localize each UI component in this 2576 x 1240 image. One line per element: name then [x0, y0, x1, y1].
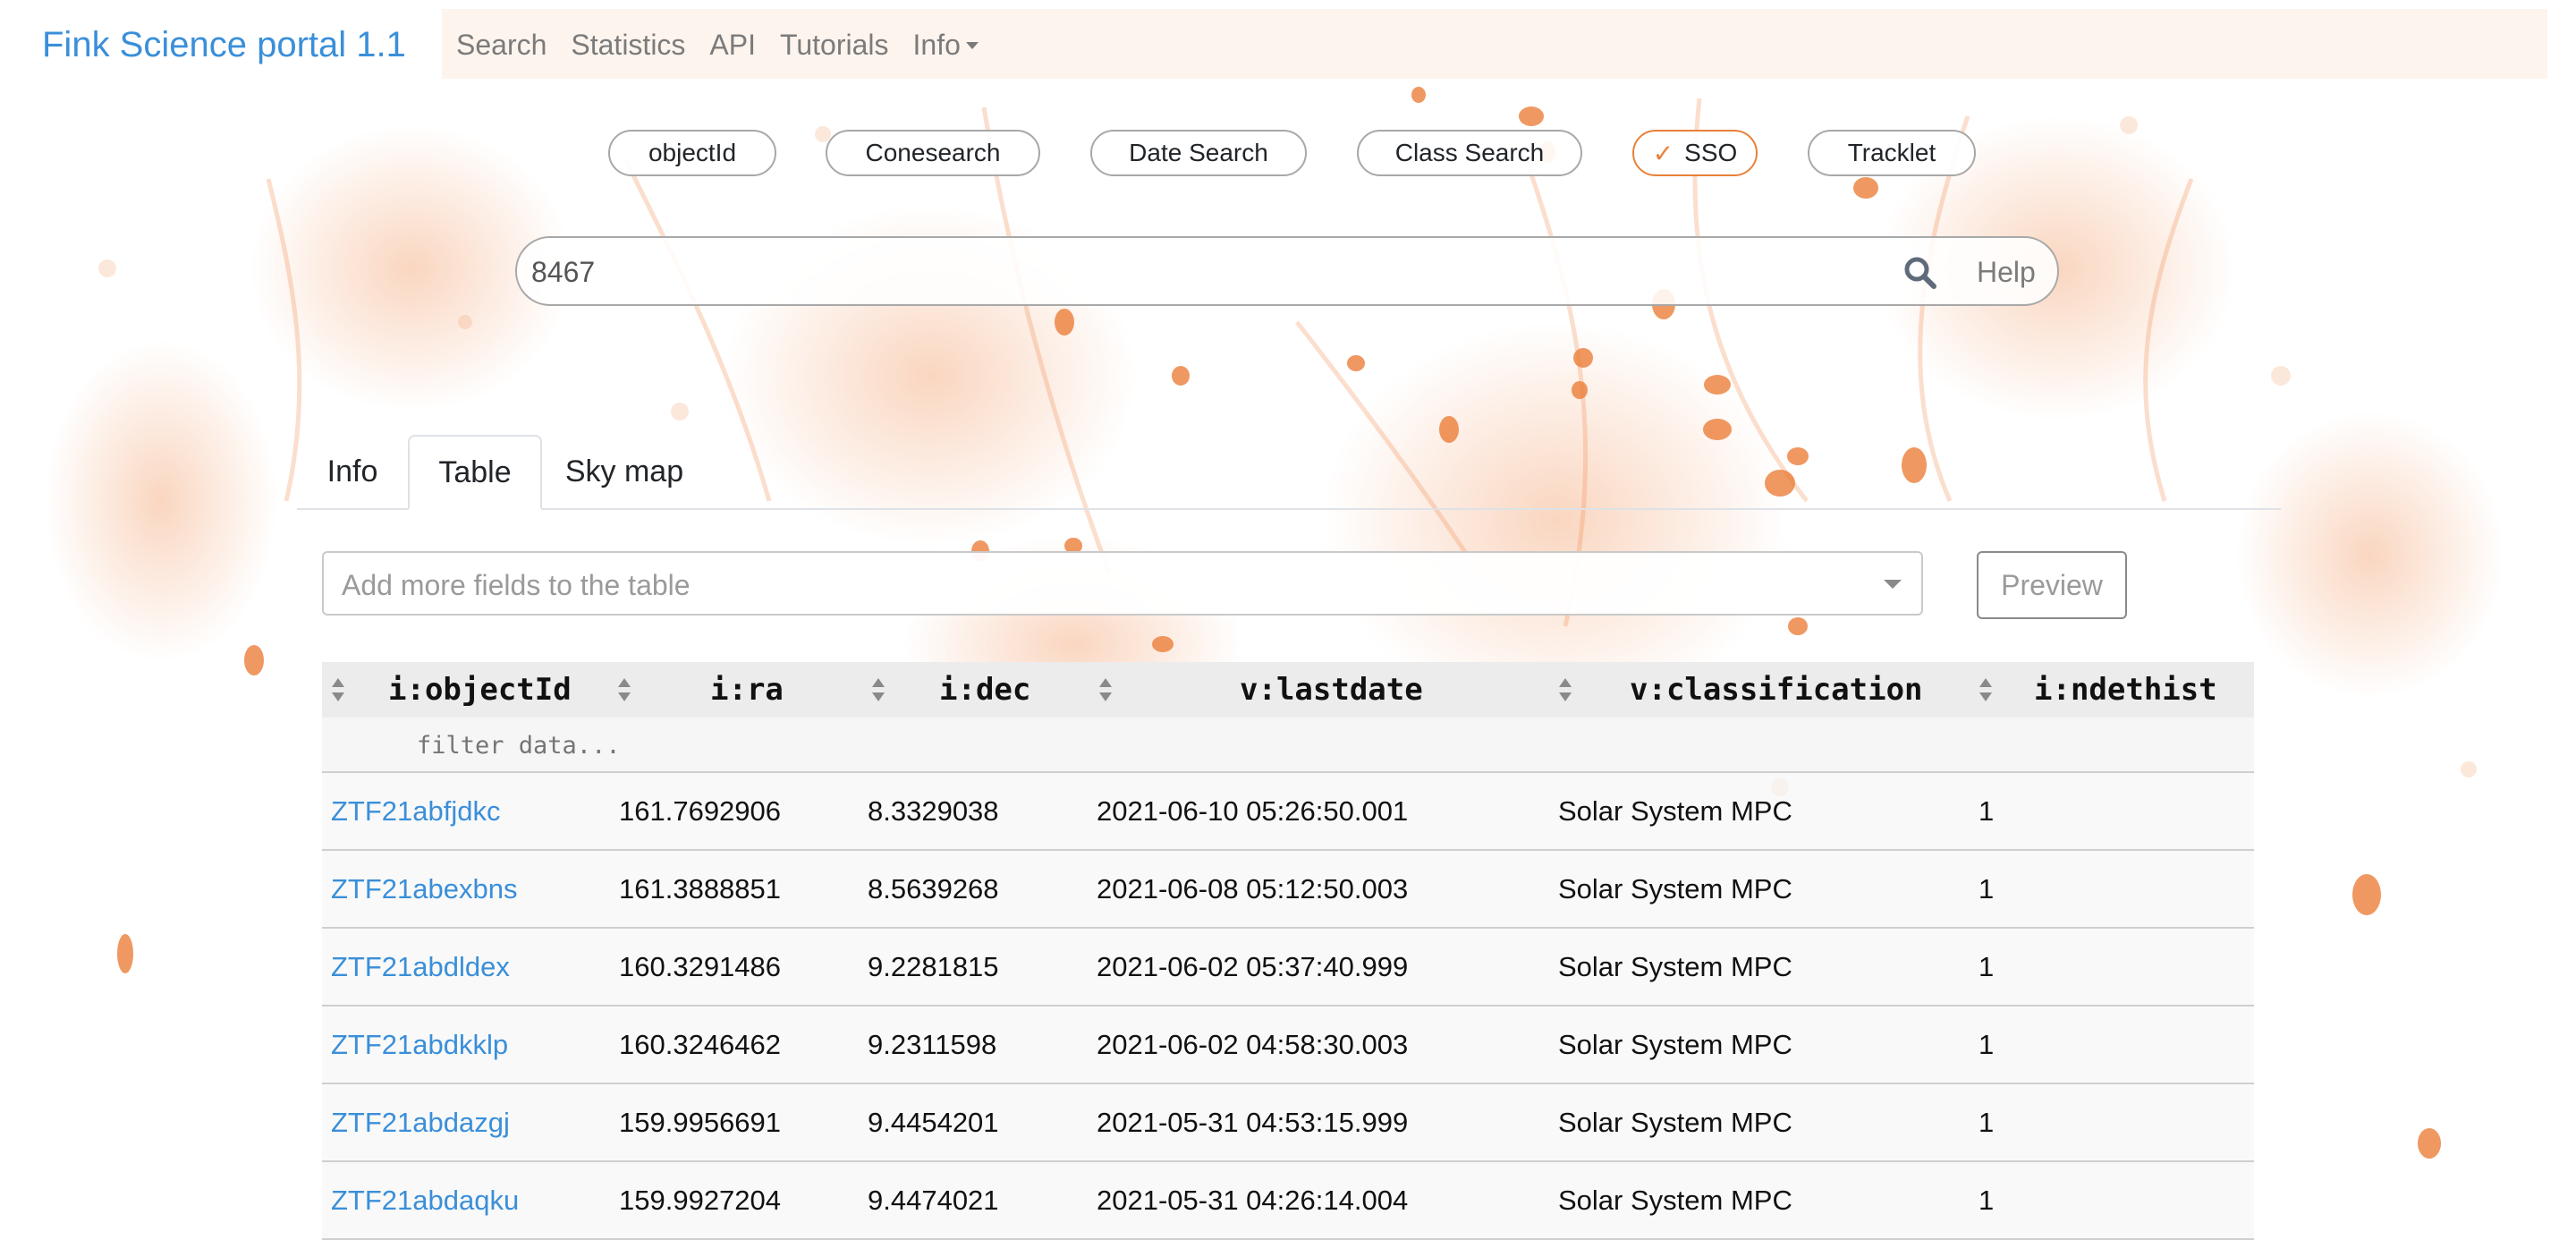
- sort-icon[interactable]: [1558, 676, 1572, 703]
- cell-dec: 9.2281815: [868, 950, 999, 982]
- tab-table-label: Table: [438, 454, 512, 489]
- sort-icon[interactable]: [1098, 676, 1113, 703]
- column-header-ra[interactable]: i:ra: [710, 662, 784, 718]
- cell-ra: 161.7692906: [619, 794, 782, 827]
- mode-sso-button[interactable]: ✓ SSO: [1632, 130, 1758, 176]
- cell-lastdate: 2021-06-02 05:37:40.999: [1097, 950, 1409, 982]
- add-fields-placeholder: Add more fields to the table: [342, 569, 691, 601]
- cell-dec: 9.4454201: [868, 1106, 999, 1138]
- search-icon[interactable]: [1903, 256, 1937, 290]
- search-input[interactable]: [530, 247, 1875, 297]
- caret-down-icon: [965, 42, 979, 49]
- cell-ra: 160.3291486: [619, 950, 782, 982]
- cell-dec: 8.5639268: [868, 872, 999, 905]
- table-header: i:objectId i:ra i:dec v:lastdate v:class…: [322, 662, 2254, 718]
- chevron-down-icon: [1884, 580, 1902, 589]
- tab-sky-map[interactable]: Sky map: [542, 435, 707, 508]
- column-header-objectid[interactable]: i:objectId: [388, 662, 572, 718]
- table-row: ZTF21abdldex 160.3291486 9.2281815 2021-…: [322, 929, 2254, 1006]
- nav-link-search[interactable]: Search: [456, 21, 547, 68]
- cell-lastdate: 2021-06-08 05:12:50.003: [1097, 872, 1409, 905]
- tab-table[interactable]: Table: [408, 435, 542, 510]
- table-row: ZTF21abexbns 161.3888851 8.5639268 2021-…: [322, 851, 2254, 929]
- cell-classification: Solar System MPC: [1558, 1106, 1792, 1138]
- cell-classification: Solar System MPC: [1558, 950, 1792, 982]
- mode-conesearch-button[interactable]: Conesearch: [826, 130, 1040, 176]
- cell-ndethist: 1: [1979, 872, 1995, 905]
- mode-sso-label: SSO: [1684, 139, 1738, 166]
- cell-ra: 161.3888851: [619, 872, 782, 905]
- cell-ndethist: 1: [1979, 1106, 1995, 1138]
- mode-date-search-button[interactable]: Date Search: [1090, 130, 1307, 176]
- cell-classification: Solar System MPC: [1558, 1184, 1792, 1216]
- cell-ndethist: 1: [1979, 1028, 1995, 1060]
- nav-link-api[interactable]: API: [709, 21, 756, 68]
- results-table: i:objectId i:ra i:dec v:lastdate v:class…: [322, 662, 2254, 1240]
- object-id-link[interactable]: ZTF21abdkklp: [331, 1006, 508, 1083]
- object-id-link[interactable]: ZTF21abdazgj: [331, 1084, 510, 1160]
- cell-lastdate: 2021-06-10 05:26:50.001: [1097, 794, 1409, 827]
- brand-title[interactable]: Fink Science portal 1.1: [42, 21, 406, 68]
- cell-dec: 8.3329038: [868, 794, 999, 827]
- help-link[interactable]: Help: [1977, 252, 2036, 292]
- cell-ra: 159.9956691: [619, 1106, 782, 1138]
- mode-conesearch-label: Conesearch: [865, 139, 1001, 166]
- mode-tracklet-button[interactable]: Tracklet: [1808, 130, 1976, 176]
- table-row: ZTF21abdkklp 160.3246462 9.2311598 2021-…: [322, 1006, 2254, 1084]
- column-header-classification[interactable]: v:classification: [1630, 662, 1923, 718]
- cell-lastdate: 2021-05-31 04:26:14.004: [1097, 1184, 1409, 1216]
- column-header-ndethist[interactable]: i:ndethist: [2034, 662, 2217, 718]
- sort-icon[interactable]: [1979, 676, 1993, 703]
- mode-tracklet-label: Tracklet: [1847, 139, 1936, 166]
- object-id-link[interactable]: ZTF21abdldex: [331, 929, 510, 1005]
- mode-objectid-button[interactable]: objectId: [608, 130, 776, 176]
- object-id-link[interactable]: ZTF21abexbns: [331, 851, 518, 927]
- mode-class-search-button[interactable]: Class Search: [1357, 130, 1582, 176]
- checkmark-icon: ✓: [1652, 139, 1674, 167]
- cell-classification: Solar System MPC: [1558, 1028, 1792, 1060]
- table-row: ZTF21abfjdkc 161.7692906 8.3329038 2021-…: [322, 773, 2254, 851]
- tab-sky-map-label: Sky map: [564, 454, 684, 488]
- column-header-lastdate[interactable]: v:lastdate: [1240, 662, 1423, 718]
- nav-links: Search Statistics API Tutorials Info: [456, 21, 1003, 68]
- tab-info[interactable]: Info: [297, 435, 408, 508]
- cell-lastdate: 2021-05-31 04:53:15.999: [1097, 1106, 1409, 1138]
- mode-objectid-label: objectId: [648, 139, 737, 166]
- cell-ndethist: 1: [1979, 950, 1995, 982]
- sort-icon[interactable]: [617, 676, 631, 703]
- mode-date-search-label: Date Search: [1129, 139, 1268, 166]
- filter-row: [322, 718, 2254, 773]
- table-row: ZTF21abdaqku 159.9927204 9.4474021 2021-…: [322, 1162, 2254, 1240]
- sort-icon[interactable]: [871, 676, 886, 703]
- mode-class-search-label: Class Search: [1394, 139, 1545, 166]
- nav-link-info-label: Info: [912, 29, 961, 61]
- cell-ndethist: 1: [1979, 1184, 1995, 1216]
- cell-ra: 160.3246462: [619, 1028, 782, 1060]
- cell-ra: 159.9927204: [619, 1184, 782, 1216]
- add-fields-dropdown[interactable]: Add more fields to the table: [322, 551, 1923, 616]
- object-id-link[interactable]: ZTF21abfjdkc: [331, 773, 501, 849]
- cell-ndethist: 1: [1979, 794, 1995, 827]
- cell-classification: Solar System MPC: [1558, 872, 1792, 905]
- filter-input[interactable]: [415, 726, 687, 764]
- cell-lastdate: 2021-06-02 04:58:30.003: [1097, 1028, 1409, 1060]
- result-tabs: Info Table Sky map: [297, 435, 2281, 510]
- preview-button[interactable]: Preview: [1977, 551, 2127, 619]
- cell-classification: Solar System MPC: [1558, 794, 1792, 827]
- cell-dec: 9.4474021: [868, 1184, 999, 1216]
- nav-link-tutorials[interactable]: Tutorials: [780, 21, 889, 68]
- table-row: ZTF21abdazgj 159.9956691 9.4454201 2021-…: [322, 1084, 2254, 1162]
- cell-dec: 9.2311598: [868, 1028, 997, 1060]
- sort-icon[interactable]: [331, 676, 345, 703]
- nav-link-statistics[interactable]: Statistics: [571, 21, 685, 68]
- object-id-link[interactable]: ZTF21abdaqku: [331, 1162, 519, 1238]
- nav-link-info-dropdown[interactable]: Info: [913, 21, 979, 68]
- tab-info-label: Info: [326, 454, 378, 488]
- column-header-dec[interactable]: i:dec: [939, 662, 1030, 718]
- top-navbar: Fink Science portal 1.1 Search Statistic…: [0, 0, 2576, 89]
- search-bar: Help: [515, 236, 2059, 306]
